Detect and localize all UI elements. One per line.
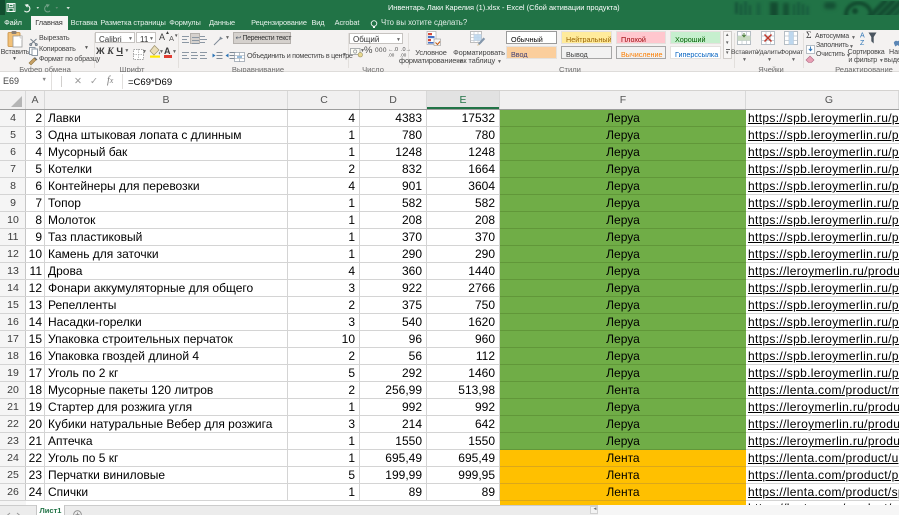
svg-text:А: А — [860, 33, 865, 40]
svg-text:Z: Z — [860, 40, 865, 46]
svg-text:.00: .00 — [388, 53, 395, 58]
